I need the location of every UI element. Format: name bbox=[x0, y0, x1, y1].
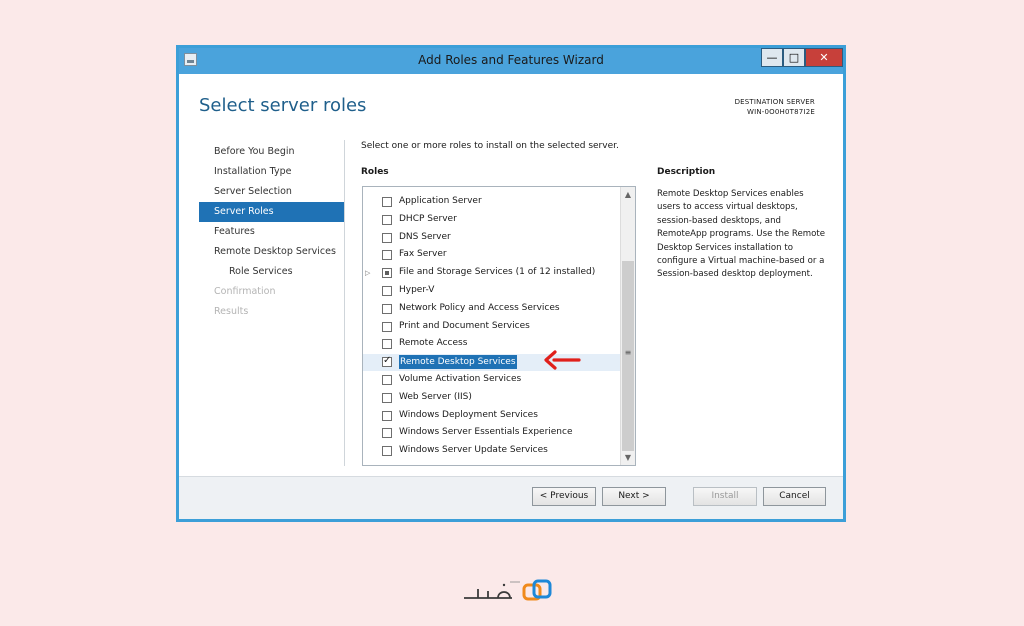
role-checkbox[interactable] bbox=[382, 321, 392, 332]
nav-item-server-roles[interactable]: Server Roles bbox=[199, 202, 344, 222]
role-label: Application Server bbox=[399, 196, 482, 206]
role-label: Network Policy and Access Services bbox=[399, 302, 560, 313]
wizard-footer: < Previous Next > Install Cancel bbox=[179, 476, 843, 519]
nav-item-server-selection[interactable]: Server Selection bbox=[199, 182, 344, 202]
role-row[interactable]: Remote Access bbox=[363, 336, 622, 353]
role-row[interactable]: DHCP Server bbox=[363, 212, 622, 229]
scroll-up-icon[interactable]: ▲ bbox=[622, 188, 634, 201]
title-bar[interactable]: Add Roles and Features Wizard — □ ✕ bbox=[179, 48, 843, 74]
role-checkbox[interactable] bbox=[382, 375, 392, 385]
next-button[interactable]: Next > bbox=[602, 487, 666, 506]
role-checkbox[interactable] bbox=[382, 428, 392, 439]
role-checkbox[interactable] bbox=[382, 355, 392, 368]
scrollbar-thumb[interactable]: ≡ bbox=[622, 261, 634, 451]
role-row[interactable]: Hyper-V bbox=[363, 283, 622, 300]
role-row[interactable]: Web Server (IIS) bbox=[363, 390, 622, 407]
role-checkbox[interactable] bbox=[382, 410, 392, 421]
role-row[interactable]: Network Policy and Access Services bbox=[363, 301, 622, 318]
site-logo bbox=[464, 579, 552, 601]
role-label: Windows Deployment Services bbox=[399, 409, 538, 420]
role-checkbox[interactable] bbox=[382, 392, 392, 403]
roles-list[interactable]: Application Server DHCP Server DNS Server F… bbox=[362, 186, 636, 466]
scroll-down-icon[interactable]: ▼ bbox=[622, 451, 634, 464]
maximize-button[interactable]: □ bbox=[783, 48, 805, 67]
role-label: Hyper-V bbox=[399, 285, 435, 295]
role-label: DNS Server bbox=[399, 231, 451, 242]
page-title: Select server roles bbox=[199, 95, 367, 116]
role-row[interactable]: ▷ File and Storage Services (1 of 12 inst… bbox=[363, 265, 622, 282]
role-row[interactable]: Windows Server Essentials Experience bbox=[363, 425, 622, 442]
minimize-button[interactable]: — bbox=[761, 48, 783, 67]
window-title: Add Roles and Features Wizard bbox=[418, 53, 604, 67]
role-label: Volume Activation Services bbox=[399, 374, 522, 384]
role-label: Windows Server Essentials Experience bbox=[399, 427, 573, 438]
nav-item-results: Results bbox=[214, 306, 249, 317]
role-row[interactable]: Windows Deployment Services bbox=[363, 408, 622, 425]
role-checkbox[interactable] bbox=[382, 286, 392, 296]
role-row[interactable]: Remote Desktop Services bbox=[363, 354, 622, 372]
description-text: Remote Desktop Services enables users to… bbox=[657, 189, 826, 280]
role-checkbox[interactable] bbox=[382, 214, 392, 225]
role-checkbox[interactable] bbox=[382, 232, 392, 243]
close-button[interactable]: ✕ bbox=[805, 48, 843, 67]
nav-item-role-services[interactable]: Role Services bbox=[199, 262, 344, 282]
role-row[interactable]: Application Server bbox=[363, 194, 622, 211]
destination-server-name: WIN-0O0H0T87I2E bbox=[746, 108, 815, 116]
nav-item-features[interactable]: Features bbox=[199, 222, 344, 242]
role-checkbox[interactable] bbox=[382, 339, 392, 350]
wizard-nav: Before You Begin Installation Type Server … bbox=[199, 142, 344, 322]
role-checkbox[interactable] bbox=[382, 303, 392, 314]
role-label: Remote Desktop Services bbox=[399, 355, 517, 370]
destination-server-info: DESTINATION SERVER WIN-0O0H0T87I2E bbox=[735, 97, 815, 117]
nav-item-installation-type[interactable]: Installation Type bbox=[199, 162, 344, 182]
role-checkbox[interactable] bbox=[382, 268, 392, 279]
grip-icon: ≡ bbox=[624, 348, 632, 357]
cancel-button[interactable]: Cancel bbox=[763, 487, 826, 506]
role-label: DHCP Server bbox=[399, 213, 457, 224]
role-row[interactable]: Volume Activation Services bbox=[363, 372, 622, 389]
nav-item-before-you-begin[interactable]: Before You Begin bbox=[199, 142, 344, 162]
nav-item-remote-desktop-services[interactable]: Remote Desktop Services bbox=[199, 242, 344, 262]
role-label: Print and Document Services bbox=[399, 320, 530, 331]
wizard-window: Add Roles and Features Wizard — □ ✕ Sele… bbox=[176, 45, 846, 522]
role-row[interactable]: DNS Server bbox=[363, 230, 622, 247]
description-header: Description bbox=[657, 167, 716, 177]
role-label: Windows Server Update Services bbox=[399, 445, 548, 456]
install-button[interactable]: Install bbox=[693, 487, 757, 506]
role-label: File and Storage Services (1 of 12 insta… bbox=[399, 267, 596, 278]
role-checkbox[interactable] bbox=[382, 250, 392, 261]
red-arrow-icon bbox=[544, 350, 581, 370]
role-label: Fax Server bbox=[399, 249, 447, 260]
instruction-text: Select one or more roles to install on t… bbox=[361, 141, 619, 151]
destination-label: DESTINATION SERVER bbox=[734, 98, 815, 106]
roles-header: Roles bbox=[361, 167, 389, 177]
roles-scrollbar[interactable]: ▲ ≡ ▼ bbox=[620, 187, 635, 465]
nav-divider bbox=[344, 140, 345, 466]
role-label: Web Server (IIS) bbox=[399, 391, 472, 402]
role-checkbox[interactable] bbox=[382, 446, 392, 457]
role-label: Remote Access bbox=[399, 338, 468, 349]
role-row[interactable]: Print and Document Services bbox=[363, 319, 622, 336]
role-row[interactable]: Fax Server bbox=[363, 247, 622, 264]
role-row[interactable]: Windows Server Update Services bbox=[363, 443, 622, 460]
previous-button[interactable]: < Previous bbox=[532, 487, 596, 506]
role-checkbox[interactable] bbox=[382, 197, 392, 207]
expand-icon[interactable]: ▷ bbox=[365, 269, 370, 277]
nav-item-confirmation: Confirmation bbox=[214, 286, 276, 297]
